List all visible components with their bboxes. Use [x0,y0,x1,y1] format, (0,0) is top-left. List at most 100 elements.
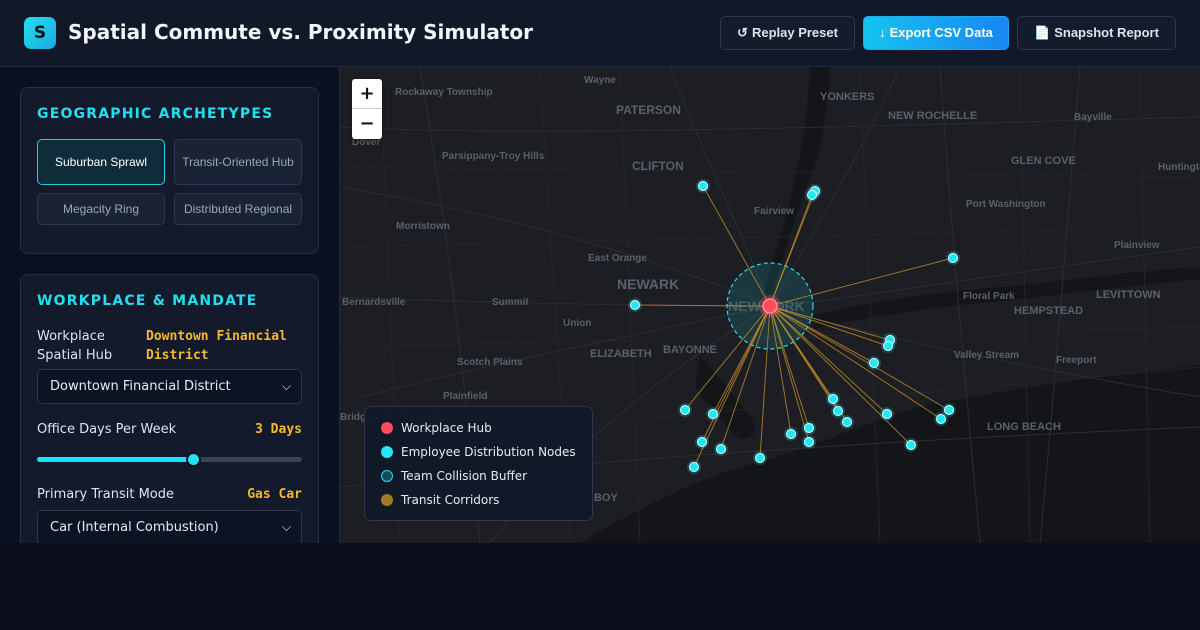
place-label: BAYONNE [663,344,717,356]
employee-node[interactable] [882,409,892,419]
employee-node[interactable] [842,417,852,427]
legend-label: Team Collision Buffer [401,469,528,483]
employee-node[interactable] [755,453,765,463]
app-title: Spatial Commute vs. Proximity Simulator [68,20,533,44]
place-label: Freeport [1056,355,1097,366]
download-icon: ↓ [879,25,886,40]
legend-item-workplace-hub: Workplace Hub [381,420,492,436]
top-header: S Spatial Commute vs. Proximity Simulato… [0,0,1200,67]
employee-node[interactable] [697,437,707,447]
place-label: Summit [492,297,529,308]
archetype-label: Suburban Sprawl [54,155,148,169]
replay-icon: ↺ [737,25,748,40]
export-csv-label: Export CSV Data [889,25,993,40]
legend-node-swatch [381,446,393,458]
export-csv-button[interactable]: ↓ Export CSV Data [863,16,1009,50]
document-icon: 📄 [1034,25,1051,40]
place-label: LEVITTOWN [1096,289,1161,301]
app-window: S Spatial Commute vs. Proximity Simulato… [0,0,1200,630]
place-label: GLEN COVE [1011,155,1076,167]
place-label: ELIZABETH [590,348,652,360]
place-label: Fairview [754,206,794,217]
archetype-label: Distributed Regional [183,202,293,216]
place-label: BOY [594,492,619,504]
snapshot-report-button[interactable]: 📄 Snapshot Report [1017,16,1176,50]
employee-node[interactable] [807,190,817,200]
transit-select[interactable]: Car (Internal Combustion) ⌵ [37,510,302,543]
place-label: East Orange [588,253,647,264]
place-label: Parsippany-Troy Hills [442,151,545,162]
archetype-label: Transit-Oriented Hub [182,155,294,169]
replay-preset-button[interactable]: ↺ Replay Preset [720,16,855,50]
employee-node[interactable] [680,405,690,415]
days-value: 3 Days [255,422,302,437]
legend-buffer-swatch [381,470,393,482]
employee-node[interactable] [906,440,916,450]
place-label: YONKERS [820,91,874,103]
office-days-slider[interactable] [37,452,302,467]
bottom-area [0,543,1200,630]
place-label: Bernardsville [342,297,406,308]
place-label: Union [563,318,591,329]
employee-node[interactable] [716,444,726,454]
employee-node[interactable] [698,181,708,191]
place-label: NEW ROCHELLE [888,110,977,122]
place-label: Port Washington [966,199,1046,210]
place-label: Rockaway Township [395,87,493,98]
employee-node[interactable] [948,253,958,263]
workplace-mandate-panel: WORKPLACE & MANDATE Workplace Spatial Hu… [20,274,319,543]
transit-value: Gas Car [247,487,302,502]
employee-node[interactable] [944,405,954,415]
archetype-transit-oriented-hub-button[interactable]: Transit-Oriented Hub [174,139,302,185]
archetype-megacity-ring-button[interactable]: Megacity Ring [37,193,165,225]
employee-node[interactable] [630,300,640,310]
legend-label: Workplace Hub [401,421,492,435]
archetype-suburban-sprawl-button[interactable]: Suburban Sprawl [37,139,165,185]
employee-node[interactable] [883,341,893,351]
place-label: Valley Stream [954,350,1019,361]
replay-preset-label: Replay Preset [751,25,838,40]
place-label: Huntington Station [1158,162,1200,173]
chevron-down-icon: ⌵ [281,520,291,534]
control-sidebar: GEOGRAPHIC ARCHETYPES Suburban Sprawl Tr… [0,67,340,543]
place-label: Bayville [1074,112,1112,123]
zoom-in-button[interactable]: + [352,79,382,109]
archetype-distributed-regional-button[interactable]: Distributed Regional [174,193,302,225]
employee-node[interactable] [936,414,946,424]
employee-node[interactable] [786,429,796,439]
employee-node[interactable] [708,409,718,419]
employee-node[interactable] [804,437,814,447]
place-label: Plainview [1114,240,1160,251]
employee-node[interactable] [804,423,814,433]
hub-select[interactable]: Downtown Financial District ⌵ [37,369,302,404]
place-label: Morristown [396,221,450,232]
zoom-out-button[interactable]: − [352,109,382,139]
place-label: PATERSON [616,103,681,117]
employee-node[interactable] [869,358,879,368]
employee-node[interactable] [828,394,838,404]
employee-node[interactable] [833,406,843,416]
employee-node[interactable] [689,462,699,472]
snapshot-report-label: Snapshot Report [1054,25,1159,40]
transit-select-value: Car (Internal Combustion) [50,520,219,535]
legend-label: Transit Corridors [401,493,500,507]
days-label: Office Days Per Week [37,422,177,437]
transit-label: Primary Transit Mode [37,487,174,502]
place-label: HEMPSTEAD [1014,305,1083,317]
place-label: CLIFTON [632,159,684,173]
slider-thumb[interactable] [186,452,202,467]
hub-label: Workplace Spatial Hub [37,329,113,363]
geographic-archetypes-panel: GEOGRAPHIC ARCHETYPES Suburban Sprawl Tr… [20,87,319,254]
place-label: Plainfield [443,391,487,402]
workplace-hub-marker[interactable] [762,298,778,314]
place-label: Scotch Plains [457,357,523,368]
legend-hub-swatch [381,422,393,434]
archetypes-title: GEOGRAPHIC ARCHETYPES [37,106,274,122]
map-canvas[interactable]: Wayne Rockaway Township PATERSON YONKERS… [340,67,1200,543]
app-logo: S [24,17,56,49]
legend-item-employee-nodes: Employee Distribution Nodes [381,444,576,460]
hub-select-value: Downtown Financial District [50,379,231,394]
legend-item-collision-buffer: Team Collision Buffer [381,468,527,484]
legend-label: Employee Distribution Nodes [401,445,576,459]
place-label: LONG BEACH [987,421,1061,433]
